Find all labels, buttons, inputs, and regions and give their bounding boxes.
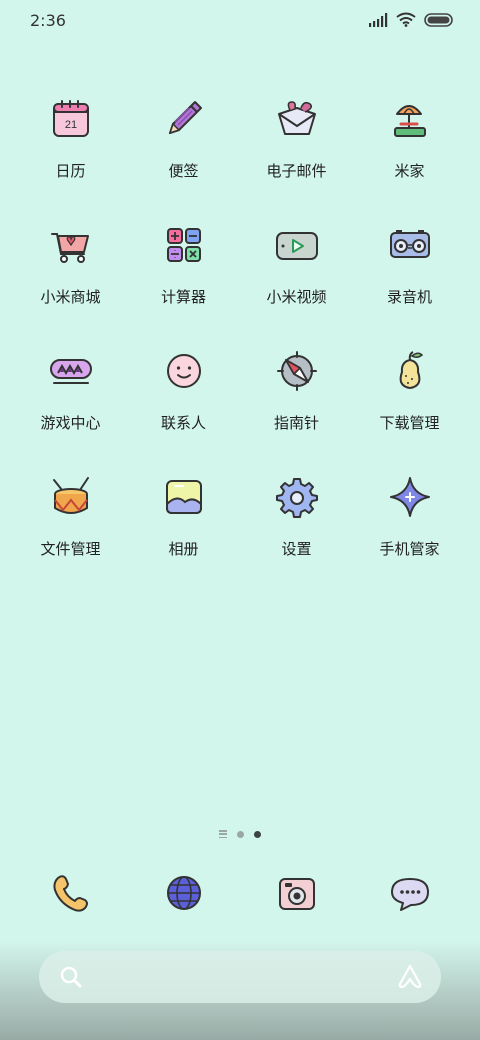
app-email[interactable]: 电子邮件: [240, 90, 353, 216]
video-icon: [274, 222, 320, 268]
app-label: 文件管理: [40, 540, 101, 558]
app-compass[interactable]: 指南针: [240, 342, 353, 468]
app-grid: 21 日历 便签 电子邮件 米家 小米商城 计算器 小米视频 录音机 游戏中心 …: [14, 90, 466, 594]
page-dot-active: [254, 830, 261, 838]
email-icon: [274, 96, 320, 142]
app-label: 相册: [168, 540, 199, 558]
page-list-icon: [219, 830, 227, 838]
app-label: 米家: [394, 162, 425, 180]
app-settings[interactable]: 设置: [240, 468, 353, 594]
phone-icon: [48, 870, 94, 916]
app-contacts[interactable]: 联系人: [127, 342, 240, 468]
signal-icon: [368, 12, 388, 31]
app-label: 小米视频: [266, 288, 327, 306]
settings-icon: [274, 474, 320, 520]
app-calendar[interactable]: 21 日历: [14, 90, 127, 216]
wifi-icon: [396, 12, 416, 31]
app-label: 电子邮件: [266, 162, 327, 180]
app-downloads[interactable]: 下载管理: [353, 342, 466, 468]
app-game-center[interactable]: 游戏中心: [14, 342, 127, 468]
dock-phone[interactable]: [14, 870, 127, 916]
app-label: 下载管理: [379, 414, 440, 432]
app-recorder[interactable]: 录音机: [353, 216, 466, 342]
browser-icon: [161, 870, 207, 916]
mall-icon: [48, 222, 94, 268]
downloads-icon: [387, 348, 433, 394]
calendar-icon: 21: [48, 96, 94, 142]
app-label: 日历: [55, 162, 86, 180]
app-files[interactable]: 文件管理: [14, 468, 127, 594]
assistant-icon[interactable]: [397, 963, 423, 993]
calculator-icon: [161, 222, 207, 268]
game-center-icon: [48, 348, 94, 394]
app-label: 计算器: [160, 288, 206, 306]
status-icons: [368, 12, 454, 31]
page-dot: [237, 830, 244, 838]
app-gallery[interactable]: 相册: [127, 468, 240, 594]
app-calculator[interactable]: 计算器: [127, 216, 240, 342]
app-mijia[interactable]: 米家: [353, 90, 466, 216]
compass-icon: [274, 348, 320, 394]
app-video[interactable]: 小米视频: [240, 216, 353, 342]
recorder-icon: [387, 222, 433, 268]
camera-icon: [274, 870, 320, 916]
mijia-icon: [387, 96, 433, 142]
app-security[interactable]: 手机管家: [353, 468, 466, 594]
dock-camera[interactable]: [240, 870, 353, 916]
app-label: 联系人: [160, 414, 206, 432]
status-bar: 2:36: [0, 0, 480, 44]
app-mall[interactable]: 小米商城: [14, 216, 127, 342]
messages-icon: [387, 870, 433, 916]
dock-browser[interactable]: [127, 870, 240, 916]
notes-icon: [161, 96, 207, 142]
app-label: 小米商城: [40, 288, 101, 306]
battery-icon: [424, 12, 454, 31]
app-label: 手机管家: [379, 540, 440, 558]
dock-messages[interactable]: [353, 870, 466, 916]
app-label: 便签: [168, 162, 199, 180]
security-icon: [387, 474, 433, 520]
page-indicator[interactable]: [0, 830, 480, 838]
app-label: 游戏中心: [40, 414, 101, 432]
search-bar[interactable]: [39, 951, 441, 1003]
contacts-icon: [161, 348, 207, 394]
clock: 2:36: [30, 11, 66, 30]
app-label: 指南针: [273, 414, 319, 432]
app-notes[interactable]: 便签: [127, 90, 240, 216]
files-icon: [48, 474, 94, 520]
calendar-day: 21: [64, 119, 76, 131]
search-icon[interactable]: [59, 965, 83, 993]
dock: [14, 870, 466, 916]
app-label: 录音机: [386, 288, 432, 306]
app-label: 设置: [281, 540, 312, 558]
gallery-icon: [161, 474, 207, 520]
